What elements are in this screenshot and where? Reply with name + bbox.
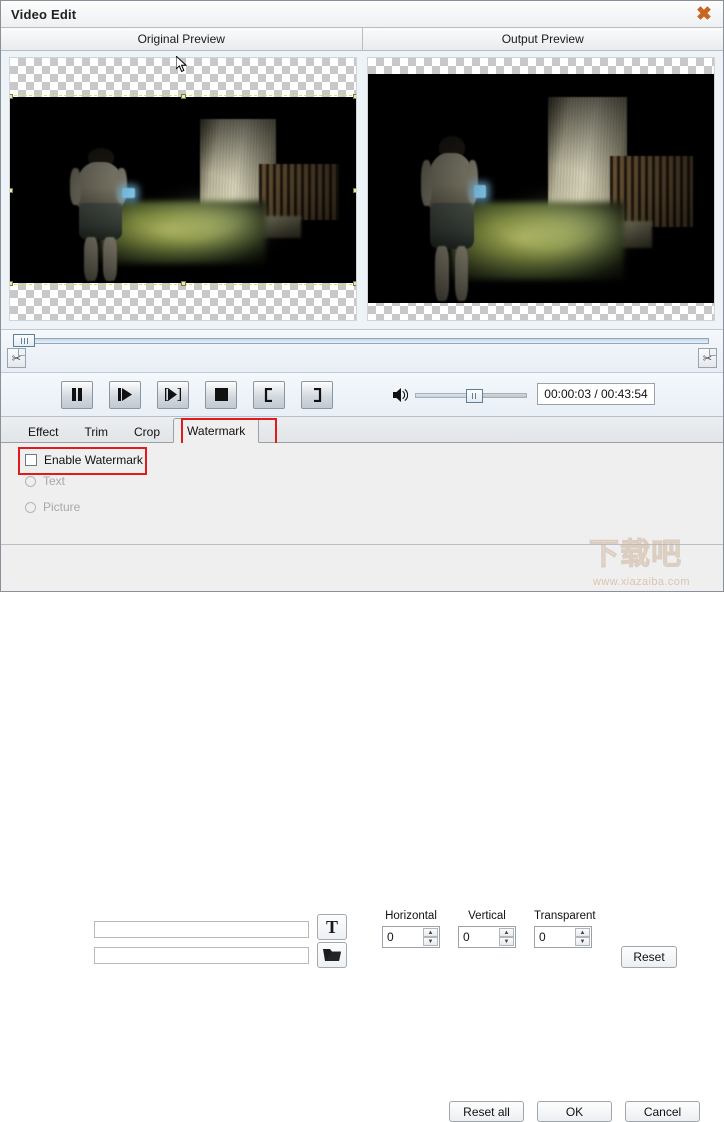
trim-start-marker[interactable]: ✂	[7, 348, 26, 368]
text-tool-icon: T	[326, 917, 338, 938]
vertical-down-arrow[interactable]: ▼	[499, 937, 514, 946]
tab-trim-label: Trim	[84, 425, 108, 439]
volume-thumb[interactable]	[466, 389, 483, 403]
transparent-up-arrow[interactable]: ▲	[575, 928, 590, 937]
volume-control	[393, 387, 527, 403]
enable-watermark-label: Enable Watermark	[44, 453, 143, 467]
dialog-footer: Reset all OK Cancel 下载吧 www.xiazaiba.com	[1, 545, 723, 591]
output-preview-header: Output Preview	[362, 28, 724, 50]
reset-all-label: Reset all	[463, 1105, 510, 1119]
picture-watermark-row[interactable]: Picture	[25, 500, 91, 514]
picture-watermark-input[interactable]	[94, 947, 309, 964]
seek-track[interactable]	[15, 338, 709, 344]
original-preview-canvas[interactable]	[9, 57, 357, 321]
tab-effect-label: Effect	[28, 425, 58, 439]
vertical-up-arrow[interactable]: ▲	[499, 928, 514, 937]
watermark-panel: Enable Watermark Text Picture T Horizont…	[1, 443, 723, 545]
original-preview-pane	[1, 51, 361, 329]
horizontal-value: 0	[383, 930, 394, 944]
output-video-frame	[368, 74, 714, 303]
tab-effect[interactable]: Effect	[15, 421, 71, 442]
cancel-label: Cancel	[644, 1105, 681, 1119]
horizontal-up-arrow[interactable]: ▲	[423, 928, 438, 937]
picture-browse-button[interactable]	[317, 942, 347, 968]
next-frame-button[interactable]	[157, 381, 189, 409]
text-watermark-row[interactable]: Text	[25, 474, 91, 488]
close-icon: ✖	[696, 5, 712, 24]
time-display: 00:00:03 / 00:43:54	[537, 383, 655, 405]
vertical-spinner-group: Vertical 0 ▲▼	[458, 910, 516, 948]
close-button[interactable]: ✖	[691, 3, 717, 25]
tab-trim[interactable]: Trim	[71, 421, 121, 442]
video-scene	[10, 97, 356, 283]
tab-crop-label: Crop	[134, 425, 160, 439]
text-radio-label: Text	[43, 474, 91, 488]
video-scene-output	[368, 74, 714, 303]
output-preview-label: Output Preview	[502, 32, 584, 46]
time-display-value: 00:00:03 / 00:43:54	[544, 387, 647, 401]
timeline-bar: ✂ ✂	[1, 329, 723, 373]
ok-label: OK	[566, 1105, 583, 1119]
mark-in-button[interactable]	[253, 381, 285, 409]
enable-watermark-row[interactable]: Enable Watermark	[25, 453, 143, 467]
tab-watermark[interactable]: Watermark	[173, 418, 259, 443]
horizontal-spinner-group: Horizontal 0 ▲▼	[382, 910, 440, 948]
transparent-label: Transparent	[534, 910, 596, 922]
transparent-spinner[interactable]: 0 ▲▼	[534, 926, 592, 948]
reset-button[interactable]: Reset	[621, 946, 677, 968]
video-edit-window: Video Edit ✖ Original Preview Output Pre…	[0, 0, 724, 592]
text-radio[interactable]	[25, 476, 36, 487]
horizontal-down-arrow[interactable]: ▼	[423, 937, 438, 946]
vertical-value: 0	[459, 930, 470, 944]
reset-button-label: Reset	[633, 950, 664, 964]
picture-radio[interactable]	[25, 502, 36, 513]
site-watermark-url: www.xiazaiba.com	[593, 576, 690, 588]
folder-icon	[322, 947, 342, 963]
preview-header-bar: Original Preview Output Preview	[1, 28, 723, 51]
horizontal-spinner[interactable]: 0 ▲▼	[382, 926, 440, 948]
tab-crop[interactable]: Crop	[121, 421, 173, 442]
transparent-down-arrow[interactable]: ▼	[575, 937, 590, 946]
preview-area	[1, 51, 723, 329]
transparent-value: 0	[535, 930, 546, 944]
mouse-cursor-icon	[176, 56, 188, 74]
reset-all-button[interactable]: Reset all	[449, 1101, 524, 1122]
text-tool-button[interactable]: T	[317, 914, 347, 940]
output-preview-canvas[interactable]	[367, 57, 715, 321]
edit-tab-bar: Effect Trim Crop Watermark	[1, 417, 723, 443]
original-preview-header: Original Preview	[1, 28, 362, 50]
picture-radio-label: Picture	[43, 500, 91, 514]
enable-watermark-checkbox[interactable]	[25, 454, 37, 466]
trim-end-marker[interactable]: ✂	[698, 348, 717, 368]
pause-button[interactable]	[61, 381, 93, 409]
title-bar: Video Edit ✖	[1, 1, 723, 28]
play-step-button[interactable]	[109, 381, 141, 409]
stop-button[interactable]	[205, 381, 237, 409]
tab-watermark-label: Watermark	[187, 424, 245, 438]
transport-bar: 00:00:03 / 00:43:54	[1, 373, 723, 417]
window-title: Video Edit	[11, 7, 76, 22]
vertical-spinner[interactable]: 0 ▲▼	[458, 926, 516, 948]
mark-out-button[interactable]	[301, 381, 333, 409]
text-watermark-input[interactable]	[94, 921, 309, 938]
horizontal-label: Horizontal	[382, 910, 440, 922]
output-preview-pane	[361, 51, 723, 329]
cancel-button[interactable]: Cancel	[625, 1101, 700, 1122]
original-video-frame	[10, 97, 356, 283]
original-preview-label: Original Preview	[138, 32, 225, 46]
speaker-icon	[393, 387, 408, 403]
vertical-label: Vertical	[458, 910, 516, 922]
seek-thumb[interactable]	[13, 334, 35, 347]
transparent-spinner-group: Transparent 0 ▲▼	[534, 910, 596, 948]
volume-slider[interactable]	[415, 393, 527, 398]
ok-button[interactable]: OK	[537, 1101, 612, 1122]
